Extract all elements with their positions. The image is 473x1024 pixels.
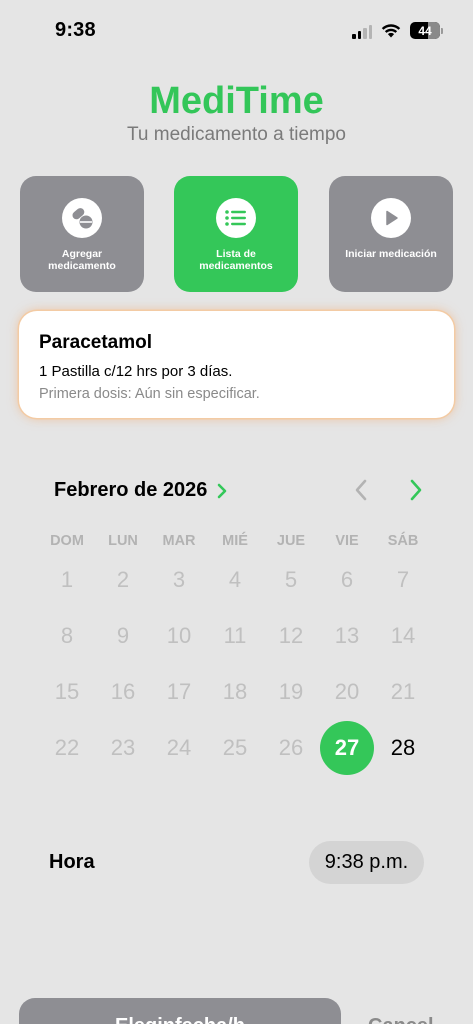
calendar-day: 8 — [60, 623, 74, 648]
calendar-day: 21 — [390, 679, 416, 704]
chevron-right-icon — [218, 483, 227, 498]
add-medication-label: Agregar medicamento — [48, 248, 116, 272]
calendar-day: 17 — [166, 679, 192, 704]
cancel-button[interactable]: Cancel — [368, 1015, 434, 1024]
calendar-day: 4 — [228, 567, 242, 592]
calendar-day: 3 — [172, 567, 186, 592]
calendar-day: 1 — [60, 567, 74, 592]
medication-dose: 1 Pastilla c/12 hrs por 3 días. — [39, 363, 233, 380]
weekday-label: MAR — [162, 533, 196, 549]
medication-list-button[interactable]: Lista de medicamentos — [174, 176, 298, 292]
calendar-day: 25 — [222, 735, 248, 760]
next-month-button[interactable] — [403, 476, 429, 504]
weekday-label: DOM — [50, 533, 84, 549]
battery-indicator: 44 — [410, 22, 443, 39]
calendar-day: 16 — [110, 679, 136, 704]
confirm-datetime-button[interactable]: Eleginfecha/h — [19, 998, 341, 1024]
calendar-day: 18 — [222, 679, 248, 704]
medication-first-dose: Primera dosis: Aún sin especificar. — [39, 386, 260, 402]
calendar-day: 6 — [340, 567, 354, 592]
time-picker-button[interactable]: 9:38 p.m. — [309, 841, 424, 884]
medication-card[interactable]: Paracetamol 1 Pastilla c/12 hrs por 3 dí… — [19, 311, 454, 418]
time-value: 9:38 p.m. — [324, 851, 409, 873]
status-time: 9:38 — [55, 19, 96, 41]
calendar-day: 22 — [54, 735, 80, 760]
status-icons: 44 — [352, 22, 443, 39]
calendar-day: 15 — [54, 679, 80, 704]
calendar-day: 2 — [116, 567, 130, 592]
month-picker-button[interactable]: Febrero de 2026 — [54, 479, 227, 502]
weekday-label: JUE — [276, 533, 306, 549]
calendar-day: 23 — [110, 735, 136, 760]
calendar-day: 12 — [278, 623, 304, 648]
add-medication-button[interactable]: Agregar medicamento — [20, 176, 144, 292]
app-title: MediTime — [149, 80, 324, 122]
previous-month-button[interactable] — [348, 476, 374, 504]
battery-level: 44 — [418, 23, 432, 38]
battery-icon: 44 — [410, 22, 440, 39]
medication-list-label: Lista de medicamentos — [199, 248, 273, 272]
app-subtitle: Tu medicamento a tiempo — [127, 124, 346, 145]
calendar-day: 11 — [223, 623, 247, 648]
calendar-day-selected[interactable]: 27 — [319, 721, 375, 775]
calendar-day: 14 — [390, 623, 416, 648]
cancel-label: Cancel — [368, 1015, 434, 1024]
weekday-label: LUN — [108, 533, 138, 549]
start-medication-label: Iniciar medicación — [345, 248, 437, 260]
month-label: Febrero de 2026 — [54, 479, 208, 501]
play-icon — [371, 198, 411, 238]
weekday-label: SÁB — [387, 533, 419, 549]
time-label: Hora — [49, 851, 95, 873]
calendar-day: 13 — [334, 623, 360, 648]
wifi-icon — [381, 24, 401, 38]
chevron-left-icon — [355, 479, 367, 501]
calendar-day: 10 — [166, 623, 192, 648]
list-icon — [216, 198, 256, 238]
chevron-right-icon — [410, 479, 422, 501]
medication-name: Paracetamol — [39, 332, 153, 353]
start-medication-button[interactable]: Iniciar medicación — [329, 176, 453, 292]
confirm-datetime-label: Eleginfecha/h — [115, 1015, 245, 1024]
weekday-label: MIÉ — [222, 533, 248, 549]
calendar-day: 5 — [284, 567, 298, 592]
calendar-day: 19 — [278, 679, 304, 704]
calendar-day: 24 — [166, 735, 192, 760]
calendar-day: 9 — [116, 623, 130, 648]
calendar-day: 20 — [334, 679, 360, 704]
calendar-day: 7 — [396, 567, 410, 592]
calendar-day-available[interactable]: 28 — [375, 726, 431, 770]
weekday-label: VIE — [335, 533, 359, 549]
cellular-signal-icon — [352, 23, 372, 39]
calendar-day: 26 — [278, 735, 304, 760]
pills-icon — [62, 198, 102, 238]
status-bar: 9:38 44 — [0, 0, 473, 60]
